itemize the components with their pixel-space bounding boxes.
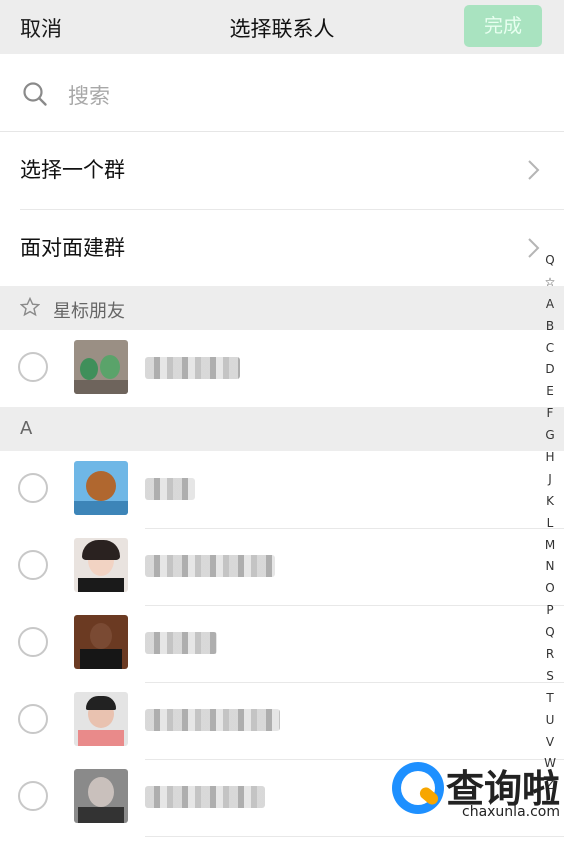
contact-name bbox=[145, 555, 275, 577]
search-bar[interactable]: 搜索 bbox=[0, 55, 564, 132]
select-checkbox[interactable] bbox=[18, 473, 48, 503]
contact-name bbox=[145, 478, 195, 500]
select-group-label: 选择一个群 bbox=[20, 158, 125, 182]
contact-name bbox=[145, 786, 265, 808]
section-header-starred: 星标朋友 bbox=[0, 286, 564, 330]
avatar bbox=[74, 615, 128, 669]
chevron-right-icon bbox=[528, 238, 540, 258]
index-item[interactable]: C bbox=[540, 338, 560, 360]
index-item[interactable]: H bbox=[540, 447, 560, 469]
index-item[interactable]: ☆ bbox=[540, 272, 560, 294]
index-item[interactable]: J bbox=[540, 469, 560, 491]
index-item[interactable]: U bbox=[540, 710, 560, 732]
index-item[interactable]: F bbox=[540, 403, 560, 425]
avatar bbox=[74, 461, 128, 515]
avatar bbox=[74, 692, 128, 746]
avatar bbox=[74, 340, 128, 394]
index-item[interactable]: O bbox=[540, 578, 560, 600]
section-title-a: A bbox=[20, 418, 33, 439]
star-icon bbox=[20, 297, 40, 317]
contact-name bbox=[145, 709, 280, 731]
select-checkbox[interactable] bbox=[18, 352, 48, 382]
select-checkbox[interactable] bbox=[18, 781, 48, 811]
section-title-starred: 星标朋友 bbox=[53, 301, 125, 322]
avatar bbox=[74, 538, 128, 592]
divider bbox=[145, 836, 564, 837]
contact-row[interactable] bbox=[0, 331, 564, 407]
select-checkbox[interactable] bbox=[18, 627, 48, 657]
index-item[interactable]: A bbox=[540, 294, 560, 316]
alphabet-index[interactable]: Q ☆ A B C D E F G H J K L M N O P Q R S … bbox=[540, 250, 560, 797]
index-item[interactable]: P bbox=[540, 600, 560, 622]
chevron-right-icon bbox=[528, 160, 540, 180]
index-item[interactable]: E bbox=[540, 381, 560, 403]
magnifier-logo-icon bbox=[392, 762, 444, 814]
index-item[interactable]: M bbox=[540, 535, 560, 557]
face-to-face-group-label: 面对面建群 bbox=[20, 236, 125, 260]
select-checkbox[interactable] bbox=[18, 550, 48, 580]
contact-name bbox=[145, 632, 217, 654]
face-to-face-group-row[interactable]: 面对面建群 bbox=[0, 210, 564, 286]
index-item[interactable]: Q bbox=[540, 622, 560, 644]
index-item[interactable]: D bbox=[540, 359, 560, 381]
select-group-row[interactable]: 选择一个群 bbox=[0, 132, 564, 208]
contact-row[interactable] bbox=[0, 606, 564, 682]
watermark-logo: 查询啦 chaxunla.com bbox=[392, 760, 560, 822]
select-checkbox[interactable] bbox=[18, 704, 48, 734]
index-item[interactable]: K bbox=[540, 491, 560, 513]
search-icon bbox=[23, 82, 47, 106]
index-item[interactable]: S bbox=[540, 666, 560, 688]
contact-row[interactable] bbox=[0, 452, 564, 528]
index-item[interactable]: N bbox=[540, 556, 560, 578]
index-item[interactable]: L bbox=[540, 513, 560, 535]
index-item[interactable]: Q bbox=[540, 250, 560, 272]
section-header-a: A bbox=[0, 407, 564, 451]
search-input[interactable]: 搜索 bbox=[68, 80, 110, 110]
navigation-bar: 取消 选择联系人 完成 bbox=[0, 0, 564, 54]
index-item[interactable]: R bbox=[540, 644, 560, 666]
watermark-url: chaxunla.com bbox=[462, 804, 560, 820]
contact-row[interactable] bbox=[0, 529, 564, 605]
index-item[interactable]: T bbox=[540, 688, 560, 710]
done-button[interactable]: 完成 bbox=[464, 5, 542, 47]
contact-row[interactable] bbox=[0, 683, 564, 759]
contact-name bbox=[145, 357, 240, 379]
index-item[interactable]: B bbox=[540, 316, 560, 338]
index-item[interactable]: G bbox=[540, 425, 560, 447]
avatar bbox=[74, 769, 128, 823]
index-item[interactable]: V bbox=[540, 732, 560, 754]
